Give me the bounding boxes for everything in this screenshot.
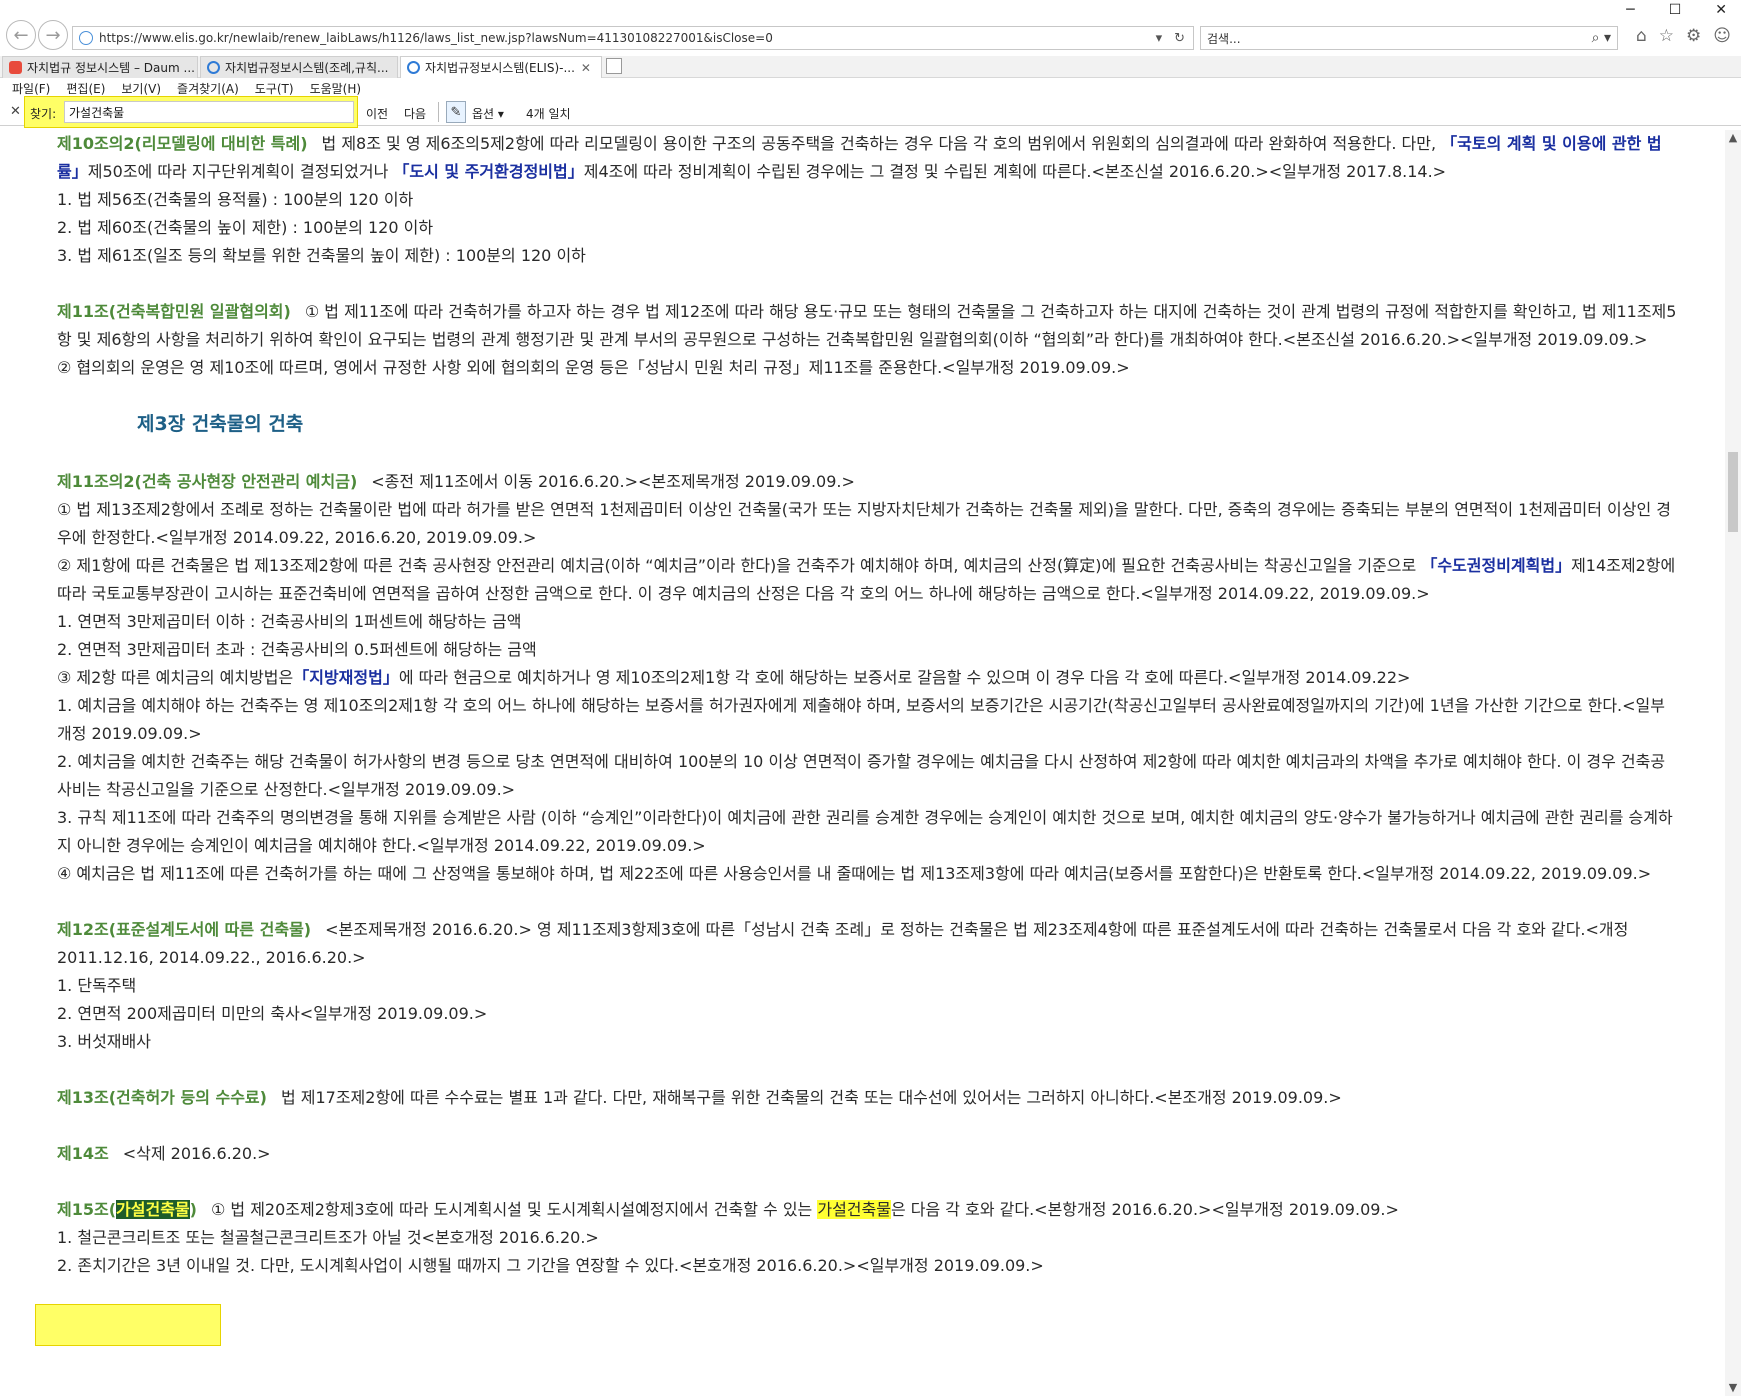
article-paragraph: ③ 제2항 따른 예치금의 예치방법은「지방재정법」에 따라 현금으로 예치하거… — [57, 668, 1411, 687]
arrow-right-icon: → — [45, 24, 61, 46]
article-paragraph: ④ 예치금은 법 제11조에 따른 건축허가를 하는 때에 그 산정액을 통보해… — [57, 864, 1652, 883]
menu-tools[interactable]: 도구(T) — [255, 80, 294, 97]
find-input[interactable]: 가설건축물 — [64, 101, 354, 123]
list-item: 1. 법 제56조(건축물의 용적률) : 100분의 120 이하 — [57, 190, 414, 209]
list-item: 3. 버섯재배사 — [57, 1032, 151, 1051]
search-match: 가설건축물 — [817, 1200, 891, 1219]
smiley-icon[interactable]: ☺ — [1713, 26, 1731, 46]
highlight-pen-icon[interactable]: ✎ — [446, 101, 466, 123]
article-15: 제15조(가설건축물) ① 법 제20조제2항제3호에 따라 도시계획시설 및 도… — [57, 1196, 1677, 1280]
find-options-button[interactable]: 옵션 ▾ — [472, 105, 504, 122]
article-10-2: 제10조의2(리모델링에 대비한 특례) 법 제8조 및 영 제6조의5제2항에 … — [57, 130, 1677, 270]
site-icon — [79, 31, 93, 45]
menu-favorites[interactable]: 즐겨찾기(A) — [177, 80, 239, 97]
article-title: 제11조의2(건축 공사현장 안전관리 예치금) — [57, 472, 358, 491]
ie-icon — [407, 61, 420, 74]
article-paragraph: 제11조의2(건축 공사현장 안전관리 예치금) <종전 제11조에서 이동 20… — [57, 472, 855, 491]
find-label: 찾기: — [30, 107, 57, 121]
ie-icon — [207, 61, 220, 74]
search-icon[interactable]: ⌕ ▾ — [1592, 30, 1611, 46]
chapter-title: 제3장 건축물의 건축 — [137, 413, 304, 435]
list-item: 1. 철근콘크리트조 또는 철골철근콘크리트조가 아닐 것<본호개정 2016.… — [57, 1228, 599, 1247]
window-controls: ─ ☐ ✕ — [1626, 2, 1727, 18]
tab-elis-active[interactable]: 자치법규정보시스템(ELIS)-... ✕ — [400, 56, 602, 78]
tab-bar: 자치법규 정보시스템 – Daum ... 자치법규정보시스템(조례,규칙...… — [0, 56, 1741, 78]
maximize-button[interactable]: ☐ — [1669, 2, 1682, 18]
article-13: 제13조(건축허가 등의 수수료) 법 제17조제2항에 따른 수수료는 별표 1… — [57, 1084, 1677, 1112]
law-link[interactable]: 「도시 및 주거환경정비법」 — [393, 162, 583, 181]
find-match-count: 4개 일치 — [526, 107, 571, 121]
home-icon[interactable]: ⌂ — [1636, 26, 1647, 46]
close-tab-icon[interactable]: ✕ — [581, 61, 591, 75]
arrow-left-icon: ← — [13, 24, 29, 46]
list-item: 1. 단독주택 — [57, 976, 137, 995]
article-paragraph: 제12조(표준설계도서에 따른 건축물) <본조제목개정 2016.6.20.> … — [57, 920, 1629, 967]
scroll-up-icon[interactable]: ▲ — [1725, 130, 1741, 146]
close-find-icon[interactable]: ✕ — [10, 104, 21, 119]
forward-button[interactable]: → — [38, 20, 68, 50]
menu-view[interactable]: 보기(V) — [121, 80, 161, 97]
scroll-down-icon[interactable]: ▼ — [1725, 1380, 1741, 1396]
favorites-star-icon[interactable]: ☆ — [1659, 26, 1674, 46]
tab-elis-1[interactable]: 자치법규정보시스템(조례,규칙... — [200, 56, 398, 78]
menu-edit[interactable]: 편집(E) — [66, 80, 105, 97]
article-title: 제12조(표준설계도서에 따른 건축물) — [57, 920, 312, 939]
article-11: 제11조(건축복합민원 일괄협의회) ① 법 제11조에 따라 건축허가를 하고자… — [57, 298, 1677, 382]
article-title: 제11조(건축복합민원 일괄협의회) — [57, 302, 291, 321]
menu-help[interactable]: 도움말(H) — [310, 80, 362, 97]
article-paragraph: 제13조(건축허가 등의 수수료) 법 제17조제2항에 따른 수수료는 별표 1… — [57, 1088, 1342, 1107]
list-item: 2. 법 제60조(건축물의 높이 제한) : 100분의 120 이하 — [57, 218, 434, 237]
article-title: 제10조의2(리모델링에 대비한 특례) — [57, 134, 308, 153]
article-title: 제14조 — [57, 1144, 109, 1163]
tab-label: 자치법규 정보시스템 – Daum ... — [27, 61, 195, 75]
article-12: 제12조(표준설계도서에 따른 건축물) <본조제목개정 2016.6.20.> … — [57, 916, 1677, 1056]
law-content: 제10조의2(리모델링에 대비한 특례) 법 제8조 및 영 제6조의5제2항에 … — [57, 130, 1677, 1396]
list-item: 3. 법 제61조(일조 등의 확보를 위한 건축물의 높이 제한) : 100… — [57, 246, 586, 265]
article-title: 제13조(건축허가 등의 수수료) — [57, 1088, 267, 1107]
minimize-button[interactable]: ─ — [1626, 2, 1634, 18]
list-item: 3. 규칙 제11조에 따라 건축주의 명의변경을 통해 지위를 승계받은 사람… — [57, 808, 1673, 855]
tab-label: 자치법규정보시스템(ELIS)-... — [425, 61, 575, 75]
menu-file[interactable]: 파일(F) — [12, 80, 50, 97]
tab-label: 자치법규정보시스템(조례,규칙... — [225, 61, 389, 75]
law-link[interactable]: 「수도권정비계획법」 — [1421, 556, 1571, 575]
current-search-match: 가설건축물 — [116, 1200, 190, 1219]
find-next-button[interactable]: 다음 — [404, 105, 426, 122]
vertical-scrollbar[interactable]: ▲ ▼ — [1725, 130, 1741, 1396]
search-box[interactable]: 검색... ⌕ ▾ — [1200, 26, 1618, 50]
list-item: 2. 존치기간은 3년 이내일 것. 다만, 도시계획사업이 시행될 때까지 그… — [57, 1256, 1044, 1275]
search-input[interactable]: 검색... — [1207, 30, 1592, 47]
gear-icon[interactable]: ⚙ — [1686, 26, 1701, 46]
article-paragraph: ② 협의회의 운영은 영 제10조에 따르며, 영에서 규정한 사항 외에 협의… — [57, 358, 1130, 377]
browser-titlebar: ─ ☐ ✕ ← → https://www.elis.go.kr/newlaib… — [0, 0, 1741, 50]
article-14: 제14조 <삭제 2016.6.20.> — [57, 1140, 1677, 1168]
new-tab-button[interactable] — [606, 58, 622, 74]
article-paragraph: 제11조(건축복합민원 일괄협의회) ① 법 제11조에 따라 건축허가를 하고자… — [57, 302, 1677, 349]
law-link[interactable]: 「지방재정법」 — [293, 668, 399, 687]
list-item: 2. 연면적 3만제곱미터 초과 : 건축공사비의 0.5퍼센트에 해당하는 금… — [57, 640, 537, 659]
find-prev-button[interactable]: 이전 — [366, 105, 388, 122]
dropdown-icon[interactable]: ▾ — [1156, 31, 1163, 46]
tab-daum[interactable]: 자치법규 정보시스템 – Daum ... — [2, 56, 198, 78]
article-title: 제15조(가설건축물) — [57, 1200, 197, 1219]
back-button[interactable]: ← — [6, 20, 36, 50]
find-separator — [438, 102, 439, 122]
article-paragraph: ② 제1항에 따른 건축물은 법 제13조제2항에 따른 건축 공사현장 안전관… — [57, 556, 1676, 603]
scroll-thumb[interactable] — [1728, 452, 1738, 532]
article-paragraph: ① 법 제13조제2항에서 조례로 정하는 건축물이란 법에 따라 허가를 받은… — [57, 500, 1671, 547]
close-window-button[interactable]: ✕ — [1715, 2, 1727, 18]
list-item: 2. 연면적 200제곱미터 미만의 축사<일부개정 2019.09.09.> — [57, 1004, 488, 1023]
list-item: 1. 예치금을 예치해야 하는 건축주는 영 제10조의2제1항 각 호의 어느… — [57, 696, 1665, 743]
list-item: 1. 연면적 3만제곱미터 이하 : 건축공사비의 1퍼센트에 해당하는 금액 — [57, 612, 522, 631]
address-bar[interactable]: https://www.elis.go.kr/newlaib/renew_lai… — [72, 26, 1194, 50]
list-item: 2. 예치금을 예치한 건축주는 해당 건축물이 허가사항의 변경 등으로 당초… — [57, 752, 1666, 799]
menu-bar: 파일(F) 편집(E) 보기(V) 즐겨찾기(A) 도구(T) 도움말(H) — [0, 78, 1741, 98]
daum-icon — [9, 61, 22, 74]
article-paragraph: 제15조(가설건축물) ① 법 제20조제2항제3호에 따라 도시계획시설 및 도… — [57, 1200, 1399, 1219]
address-url[interactable]: https://www.elis.go.kr/newlaib/renew_lai… — [99, 31, 1156, 45]
article-paragraph: 제14조 <삭제 2016.6.20.> — [57, 1144, 271, 1163]
article-paragraph: 제10조의2(리모델링에 대비한 특례) 법 제8조 및 영 제6조의5제2항에 … — [57, 134, 1662, 181]
refresh-icon[interactable]: ↻ — [1174, 31, 1185, 46]
article-11-2: 제11조의2(건축 공사현장 안전관리 예치금) <종전 제11조에서 이동 20… — [57, 468, 1677, 888]
